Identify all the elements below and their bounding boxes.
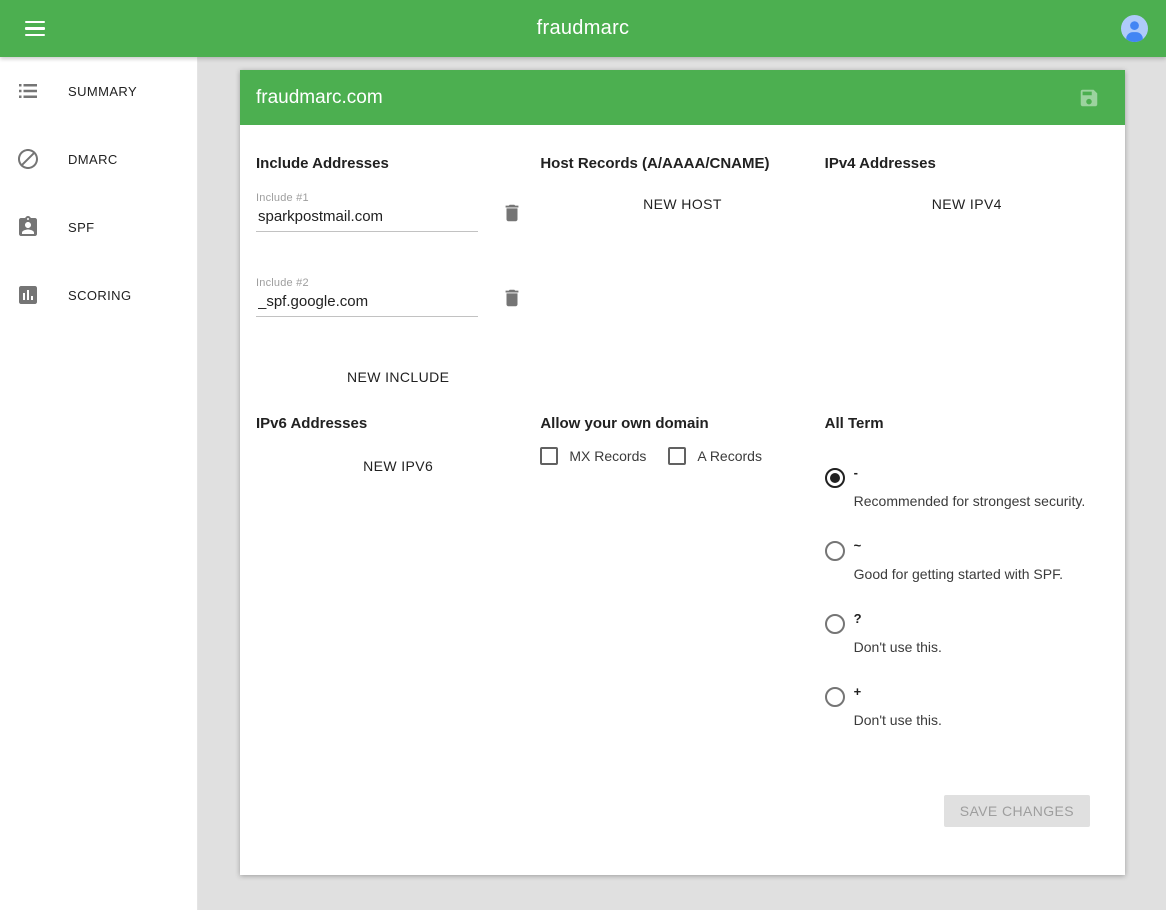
sidebar-item-scoring[interactable]: SCORING [0,261,197,329]
section-title-all-term: All Term [825,415,1109,432]
include-2-input[interactable] [256,289,478,317]
sidebar-item-label: SCORING [68,288,131,303]
mx-records-checkbox[interactable]: MX Records [540,447,646,465]
save-icon-button[interactable] [1069,78,1109,118]
new-ipv6-button[interactable]: NEW IPV6 [349,448,447,484]
all-term-option-plus[interactable]: + Don't use this. [825,685,1109,728]
a-records-label: A Records [697,448,762,464]
sidebar-item-spf[interactable]: SPF [0,193,197,261]
sidebar-item-label: SPF [68,220,94,235]
new-ipv4-button[interactable]: NEW IPV4 [918,186,1016,222]
option-description: Don't use this. [854,712,942,728]
user-avatar-icon [1121,15,1148,42]
list-icon [16,79,40,103]
delete-include-2-button[interactable] [500,287,524,311]
option-description: Recommended for strongest security. [854,493,1086,509]
sidebar-item-dmarc[interactable]: DMARC [0,125,197,193]
all-term-option-tilde[interactable]: ~ Good for getting started with SPF. [825,539,1109,582]
option-symbol: ~ [854,539,1063,553]
app-bar: fraudmarc [0,0,1166,57]
domain-card-body: Include Addresses Include #1 [240,125,1125,875]
all-term-section: All Term - Recommended for strongest sec… [825,385,1109,728]
section-title-ipv6: IPv6 Addresses [256,415,540,432]
checkbox-icon [540,447,558,465]
option-symbol: + [854,685,942,699]
section-title-host-records: Host Records (A/AAAA/CNAME) [540,155,824,172]
checkbox-icon [668,447,686,465]
include-2-label: Include #2 [256,277,478,289]
mx-records-label: MX Records [569,448,646,464]
bar-chart-icon [16,283,40,307]
all-term-option-dash[interactable]: - Recommended for strongest security. [825,466,1109,509]
allow-own-domain-section: Allow your own domain MX Records A Recor… [540,385,824,728]
radio-icon [825,468,845,488]
option-description: Don't use this. [854,639,942,655]
sidebar: SUMMARY DMARC SPF SCORING [0,57,198,910]
trash-icon [501,287,523,309]
host-records-section: Host Records (A/AAAA/CNAME) NEW HOST [540,125,824,385]
sidebar-item-label: SUMMARY [68,84,137,99]
include-addresses-section: Include Addresses Include #1 [256,125,540,385]
all-term-option-question[interactable]: ? Don't use this. [825,612,1109,655]
app-title: fraudmarc [0,17,1166,40]
floppy-save-icon [1078,87,1100,109]
section-title-ipv4: IPv4 Addresses [825,155,1109,172]
badge-person-icon [16,215,40,239]
domain-card-header: fraudmarc.com [240,70,1125,125]
section-title-include: Include Addresses [256,155,540,172]
a-records-checkbox[interactable]: A Records [668,447,762,465]
new-host-button[interactable]: NEW HOST [629,186,736,222]
domain-card: fraudmarc.com Include Addresses Include … [240,70,1125,875]
main-content: fraudmarc.com Include Addresses Include … [198,57,1166,910]
hamburger-menu-button[interactable] [11,5,59,53]
domain-title: fraudmarc.com [240,87,383,109]
sidebar-item-label: DMARC [68,152,118,167]
radio-icon [825,614,845,634]
block-icon [16,147,40,171]
option-symbol: ? [854,612,942,626]
save-changes-button[interactable]: SAVE CHANGES [944,795,1090,827]
section-title-own-domain: Allow your own domain [540,415,824,432]
include-1-label: Include #1 [256,192,478,204]
ipv4-addresses-section: IPv4 Addresses NEW IPV4 [825,125,1109,385]
include-field-row: Include #1 [256,192,540,232]
include-1-input[interactable] [256,204,478,232]
option-symbol: - [854,466,1086,480]
ipv6-addresses-section: IPv6 Addresses NEW IPV6 [256,385,540,728]
radio-icon [825,541,845,561]
trash-icon [501,202,523,224]
option-description: Good for getting started with SPF. [854,566,1063,582]
radio-icon [825,687,845,707]
delete-include-1-button[interactable] [500,202,524,226]
hamburger-menu-icon [25,21,45,24]
include-field-row: Include #2 [256,277,540,317]
sidebar-item-summary[interactable]: SUMMARY [0,57,197,125]
user-avatar-button[interactable] [1114,9,1154,49]
